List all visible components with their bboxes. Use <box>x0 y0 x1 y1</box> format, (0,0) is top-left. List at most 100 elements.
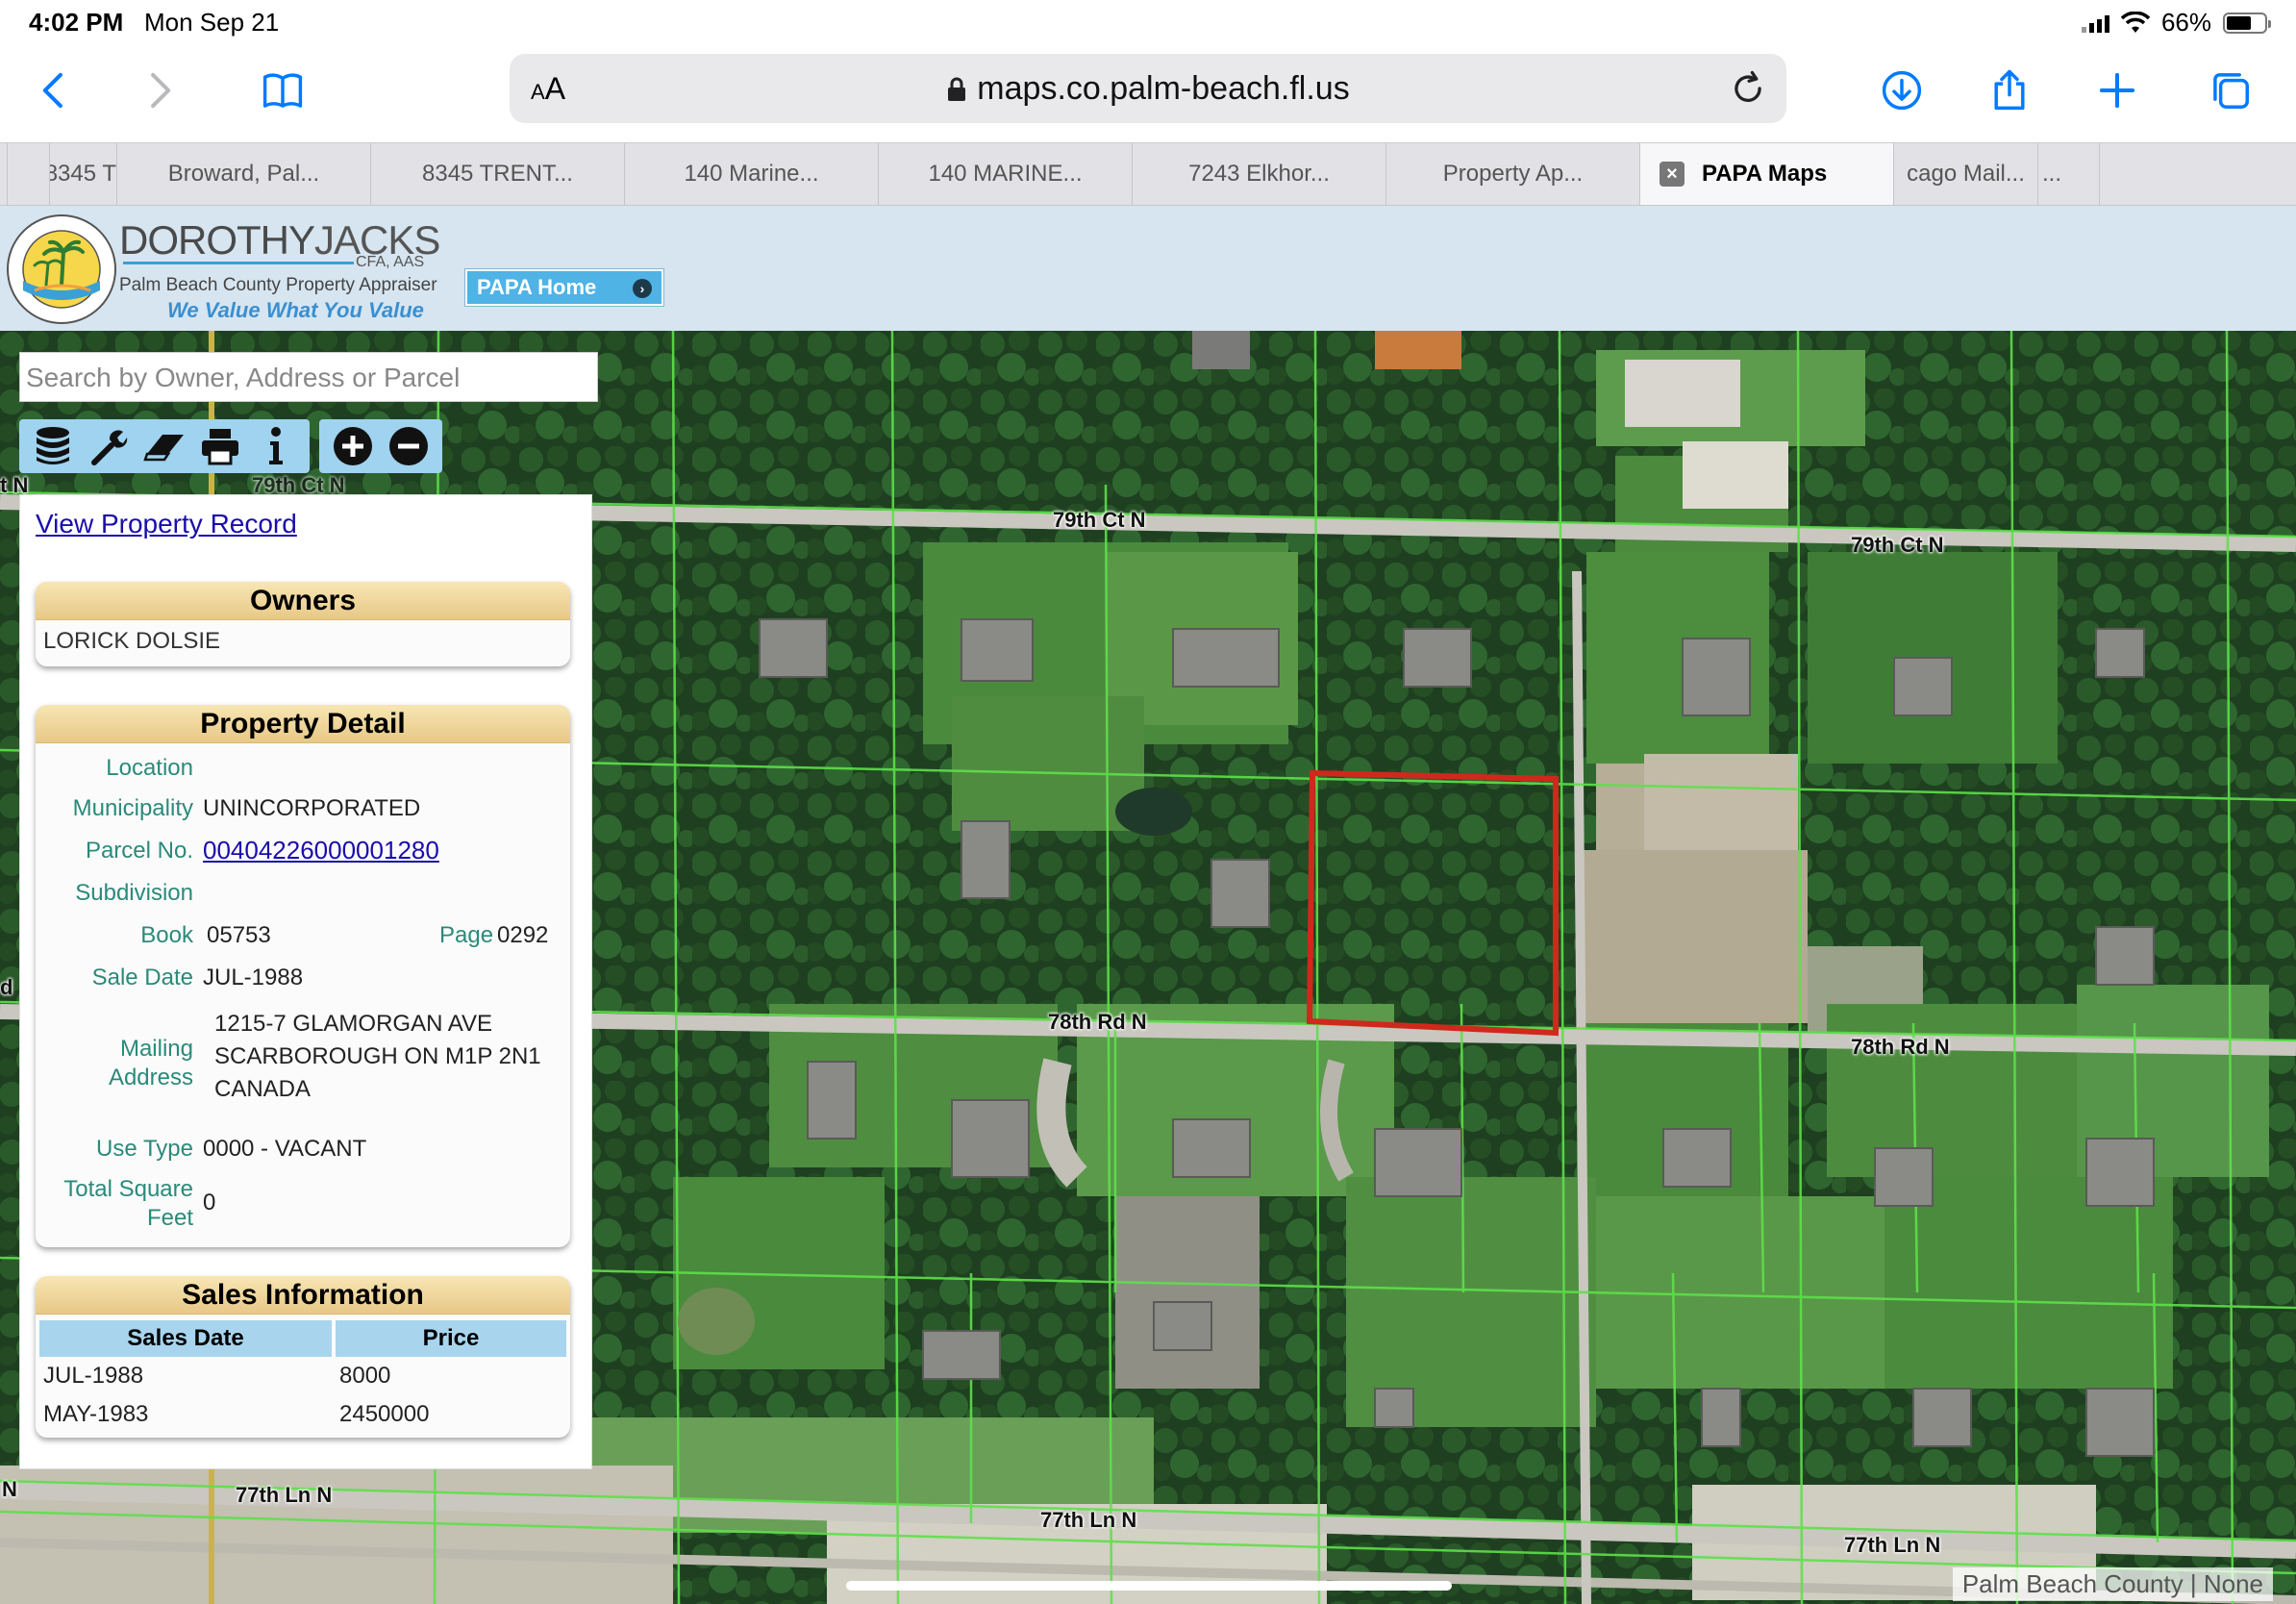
info-icon[interactable] <box>254 424 298 468</box>
tab-label: 140 Marine... <box>684 161 819 187</box>
mailing-address-line3: CANADA <box>214 1076 312 1102</box>
reload-icon[interactable] <box>1727 67 1769 110</box>
address-bar[interactable]: AA maps.co.palm-beach.fl.us <box>510 54 1786 123</box>
back-button[interactable] <box>25 62 83 119</box>
battery-percent: 66% <box>2160 8 2211 37</box>
status-date: Mon Sep 21 <box>144 8 280 37</box>
database-icon[interactable] <box>31 424 75 468</box>
eraser-icon[interactable] <box>142 424 187 468</box>
chevron-right-icon <box>151 72 171 109</box>
road-label: 79th Ct N <box>1851 533 1944 557</box>
price-header: Price <box>336 1320 566 1357</box>
tab-papa-maps[interactable]: × PAPA Maps <box>1640 143 1894 205</box>
tab-overflow[interactable]: ... <box>2038 143 2100 205</box>
property-info-panel: View Property Record Owners LORICK DOLSI… <box>19 494 592 1469</box>
tab-label: 140 MARINE... <box>928 161 1083 187</box>
logo-underline <box>123 262 354 264</box>
tab-label: 7243 Elkhor... <box>1188 161 1330 187</box>
tab-label: 8345 T <box>50 161 116 187</box>
papa-home-label: PAPA Home <box>477 275 597 299</box>
tab-label: Broward, Pal... <box>167 161 320 187</box>
lock-icon <box>948 77 966 101</box>
road-label: 77th Ln N <box>236 1483 333 1507</box>
tab[interactable]: Property Ap... <box>1386 143 1640 205</box>
road-label: 79th Ct N <box>1053 508 1146 532</box>
sales-date-cell: JUL-1988 <box>43 1363 144 1389</box>
sales-table-header: Sales Date Price <box>39 1320 566 1357</box>
tab-label: PAPA Maps <box>1702 161 1828 187</box>
tab[interactable]: 8345 T <box>50 143 117 205</box>
book-value: 05753 <box>207 922 271 948</box>
sale-date-label: Sale Date <box>91 965 193 990</box>
sales-table-row: MAY-1983 2450000 <box>39 1395 566 1434</box>
tab-label: ... <box>2042 161 2062 187</box>
wrench-icon[interactable] <box>87 424 131 468</box>
tab[interactable]: 8345 TRENT... <box>371 143 625 205</box>
tab[interactable] <box>0 143 8 205</box>
owners-card: Owners LORICK DOLSIE <box>36 582 570 666</box>
forward-button[interactable] <box>131 62 188 119</box>
agency-name: Palm Beach County Property Appraiser <box>119 275 437 295</box>
download-icon <box>1882 70 1922 111</box>
use-type-value: 0000 - VACANT <box>203 1136 367 1162</box>
browser-toolbar: AA maps.co.palm-beach.fl.us <box>0 46 2296 142</box>
tab-label: Property Ap... <box>1442 161 1584 187</box>
subdivision-label: Subdivision <box>75 880 193 906</box>
home-indicator[interactable] <box>846 1581 1452 1591</box>
tab[interactable]: 7243 Elkhor... <box>1133 143 1386 205</box>
sale-date-value: JUL-1988 <box>203 965 304 990</box>
sales-date-cell: MAY-1983 <box>43 1401 149 1427</box>
sales-date-header: Sales Date <box>39 1320 332 1357</box>
cellular-signal-icon <box>2081 13 2109 33</box>
tab[interactable]: 140 Marine... <box>625 143 879 205</box>
plus-icon <box>2099 72 2135 109</box>
road-label: 77th Ln N <box>1844 1533 1941 1557</box>
road-label: 77th Ln N <box>1040 1508 1137 1532</box>
use-type-label: Use Type <box>96 1136 193 1162</box>
appraiser-credentials: CFA, AAS <box>356 254 425 270</box>
share-icon <box>1994 69 2025 111</box>
zoom-in-icon[interactable] <box>331 424 375 468</box>
view-property-record-link[interactable]: View Property Record <box>36 509 297 539</box>
downloads-button[interactable] <box>1873 62 1931 119</box>
print-icon[interactable] <box>198 424 242 468</box>
close-tab-icon[interactable]: × <box>1660 162 1685 187</box>
papa-home-button[interactable]: PAPA Home › <box>464 268 664 307</box>
municipality-value: UNINCORPORATED <box>203 795 421 821</box>
url-field[interactable]: maps.co.palm-beach.fl.us <box>510 70 1786 108</box>
sales-information-title: Sales Information <box>36 1276 570 1315</box>
tab-bar: 8345 T Broward, Pal... 8345 TRENT... 140… <box>0 142 2296 206</box>
book-label: Book <box>140 922 193 948</box>
sales-information-card: Sales Information Sales Date Price JUL-1… <box>36 1276 570 1438</box>
parcel-label: Parcel No. <box>85 838 193 864</box>
tab[interactable] <box>8 143 50 205</box>
mailing-label-line1: Mailing <box>119 1036 193 1062</box>
arrow-right-icon: › <box>633 279 652 298</box>
page-label: Page <box>439 922 494 948</box>
status-indicators: 66% <box>2081 8 2271 38</box>
tab[interactable]: Broward, Pal... <box>117 143 371 205</box>
location-label: Location <box>106 755 193 781</box>
search-input[interactable]: Search by Owner, Address or Parcel <box>19 352 598 402</box>
bookmarks-button[interactable] <box>254 62 312 119</box>
road-label: N <box>2 1477 17 1501</box>
tab[interactable]: cago Mail... <box>1894 143 2038 205</box>
mailing-label-line2: Address <box>108 1065 193 1090</box>
tab[interactable]: 140 MARINE... <box>879 143 1133 205</box>
share-button[interactable] <box>1981 62 2038 119</box>
road-label: 78th Rd N <box>1851 1035 1950 1059</box>
map-view[interactable]: 79th Ct N 79th Ct N 79th Ct N 78th Rd N … <box>0 331 2296 1604</box>
total-sqft-label-line1: Total Square <box>63 1176 193 1202</box>
status-time: 4:02 PM <box>29 8 124 37</box>
property-detail-title: Property Detail <box>36 705 570 743</box>
site-header: DOROTHYJACKS CFA, AAS Palm Beach County … <box>0 206 2296 331</box>
tab-overview-button[interactable] <box>2202 62 2259 119</box>
price-cell: 2450000 <box>339 1401 430 1427</box>
tab-label: cago Mail... <box>1907 161 2025 187</box>
zoom-out-icon[interactable] <box>387 424 431 468</box>
map-tool-group <box>19 419 310 473</box>
mailing-address-line2: SCARBOROUGH ON M1P 2N1 <box>214 1043 541 1069</box>
new-tab-button[interactable] <box>2088 62 2146 119</box>
tab-label: 8345 TRENT... <box>422 161 573 187</box>
parcel-number-link[interactable]: 00404226000001280 <box>203 836 439 865</box>
